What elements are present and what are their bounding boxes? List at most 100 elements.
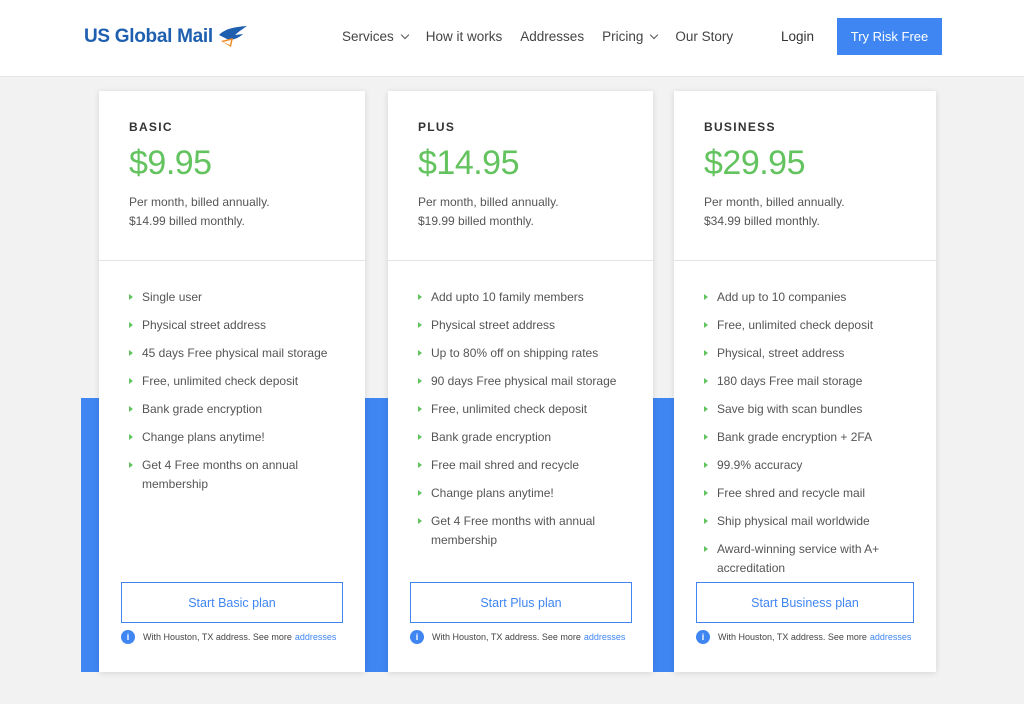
plan-billing: Per month, billed annually. $34.99 bille… — [704, 193, 936, 231]
billing-monthly: $14.99 billed monthly. — [129, 214, 245, 228]
feature-text: Add upto 10 family members — [431, 290, 584, 304]
billing-annual: Per month, billed annually. — [129, 195, 270, 209]
plan-card-basic: BASIC $9.95 Per month, billed annually. … — [99, 91, 365, 672]
feature-text: Free, unlimited check deposit — [142, 374, 299, 388]
feature-item: Change plans anytime! — [418, 484, 633, 503]
feature-text: Save big with scan bundles — [717, 402, 863, 416]
plan-name: PLUS — [418, 120, 456, 134]
bullet-arrow-icon — [704, 322, 708, 328]
billing-annual: Per month, billed annually. — [418, 195, 559, 209]
feature-item: Physical street address — [418, 316, 633, 335]
nav-addresses[interactable]: Addresses — [520, 29, 584, 44]
bullet-arrow-icon — [418, 518, 422, 524]
feature-item: Up to 80% off on shipping rates — [418, 344, 633, 363]
bullet-arrow-icon — [129, 462, 133, 468]
billing-annual: Per month, billed annually. — [704, 195, 845, 209]
feature-item: Add up to 10 companies — [704, 288, 916, 307]
feature-item: Free, unlimited check deposit — [418, 400, 633, 419]
feature-item: Add upto 10 family members — [418, 288, 633, 307]
note-text: With Houston, TX address. See more — [143, 632, 292, 642]
plan-header: BUSINESS $29.95 Per month, billed annual… — [674, 91, 936, 261]
addresses-link[interactable]: addresses — [295, 632, 337, 642]
feature-item: Save big with scan bundles — [704, 400, 916, 419]
bullet-arrow-icon — [704, 350, 708, 356]
nav-pricing[interactable]: Pricing — [602, 29, 659, 44]
plan-price: $29.95 — [704, 144, 806, 182]
accent-band-left — [81, 398, 101, 672]
plan-price: $9.95 — [129, 144, 212, 182]
nav-how-it-works[interactable]: How it works — [426, 29, 503, 44]
site-header: US Global Mail Services How it works Add… — [0, 0, 1024, 77]
feature-item: Change plans anytime! — [129, 428, 345, 447]
address-note: i With Houston, TX address. See more add… — [410, 630, 625, 644]
start-basic-plan-button[interactable]: Start Basic plan — [121, 582, 343, 623]
try-risk-free-button[interactable]: Try Risk Free — [837, 18, 942, 55]
plan-card-plus: PLUS $14.95 Per month, billed annually. … — [388, 91, 653, 672]
feature-text: Free, unlimited check deposit — [431, 402, 588, 416]
bullet-arrow-icon — [704, 462, 708, 468]
plan-billing: Per month, billed annually. $19.99 bille… — [418, 193, 653, 231]
plan-name: BASIC — [129, 120, 173, 134]
addresses-link[interactable]: addresses — [584, 632, 626, 642]
feature-item: 90 days Free physical mail storage — [418, 372, 633, 391]
addresses-link[interactable]: addresses — [870, 632, 912, 642]
bullet-arrow-icon — [418, 406, 422, 412]
feature-item: Physical street address — [129, 316, 345, 335]
address-note: i With Houston, TX address. See more add… — [121, 630, 336, 644]
start-business-plan-button[interactable]: Start Business plan — [696, 582, 914, 623]
plan-price: $14.95 — [418, 144, 520, 182]
bullet-arrow-icon — [129, 350, 133, 356]
feature-item: Award-winning service with A+ accreditat… — [704, 540, 916, 578]
billing-monthly: $34.99 billed monthly. — [704, 214, 820, 228]
bullet-arrow-icon — [418, 350, 422, 356]
feature-text: Free shred and recycle mail — [717, 486, 866, 500]
bullet-arrow-icon — [704, 434, 708, 440]
nav-services[interactable]: Services — [342, 29, 410, 44]
bullet-arrow-icon — [418, 462, 422, 468]
bullet-arrow-icon — [704, 406, 708, 412]
nav-services-label: Services — [342, 29, 394, 44]
bullet-arrow-icon — [418, 490, 422, 496]
feature-text: Bank grade encryption + 2FA — [717, 430, 873, 444]
login-link[interactable]: Login — [781, 29, 814, 44]
nav-our-story-label: Our Story — [675, 29, 734, 44]
plan-card-business: BUSINESS $29.95 Per month, billed annual… — [674, 91, 936, 672]
feature-list: Add upto 10 family members Physical stre… — [388, 261, 653, 550]
info-icon: i — [696, 630, 710, 644]
plan-header: BASIC $9.95 Per month, billed annually. … — [99, 91, 365, 261]
feature-text: Ship physical mail worldwide — [717, 514, 870, 528]
feature-text: Get 4 Free months with annual membership — [431, 514, 596, 547]
feature-text: 45 days Free physical mail storage — [142, 346, 328, 360]
feature-text: Physical, street address — [717, 346, 845, 360]
info-icon: i — [410, 630, 424, 644]
feature-item: Single user — [129, 288, 345, 307]
note-text: With Houston, TX address. See more — [432, 632, 581, 642]
bullet-arrow-icon — [129, 378, 133, 384]
start-plus-plan-button[interactable]: Start Plus plan — [410, 582, 632, 623]
feature-text: Get 4 Free months on annual membership — [142, 458, 299, 491]
feature-item: 45 days Free physical mail storage — [129, 344, 345, 363]
nav-addresses-label: Addresses — [520, 29, 585, 44]
feature-item: Free mail shred and recycle — [418, 456, 633, 475]
bullet-arrow-icon — [418, 294, 422, 300]
feature-item: Bank grade encryption — [418, 428, 633, 447]
feature-text: 180 days Free mail storage — [717, 374, 863, 388]
logo-text: US Global Mail — [84, 26, 213, 47]
bullet-arrow-icon — [418, 322, 422, 328]
accent-band-middle — [365, 398, 389, 672]
feature-text: Bank grade encryption — [431, 430, 552, 444]
billing-monthly: $19.99 billed monthly. — [418, 214, 534, 228]
bullet-arrow-icon — [418, 378, 422, 384]
feature-item: 180 days Free mail storage — [704, 372, 916, 391]
feature-item: 99.9% accuracy — [704, 456, 916, 475]
bullet-arrow-icon — [704, 546, 708, 552]
info-icon: i — [121, 630, 135, 644]
logo[interactable]: US Global Mail — [84, 25, 249, 49]
plan-name: BUSINESS — [704, 120, 776, 134]
accent-band-right — [653, 398, 675, 672]
feature-item: Get 4 Free months with annual membership — [418, 512, 633, 550]
feature-text: Free, unlimited check deposit — [717, 318, 874, 332]
bullet-arrow-icon — [418, 434, 422, 440]
plan-header: PLUS $14.95 Per month, billed annually. … — [388, 91, 653, 261]
nav-our-story[interactable]: Our Story — [675, 29, 733, 44]
